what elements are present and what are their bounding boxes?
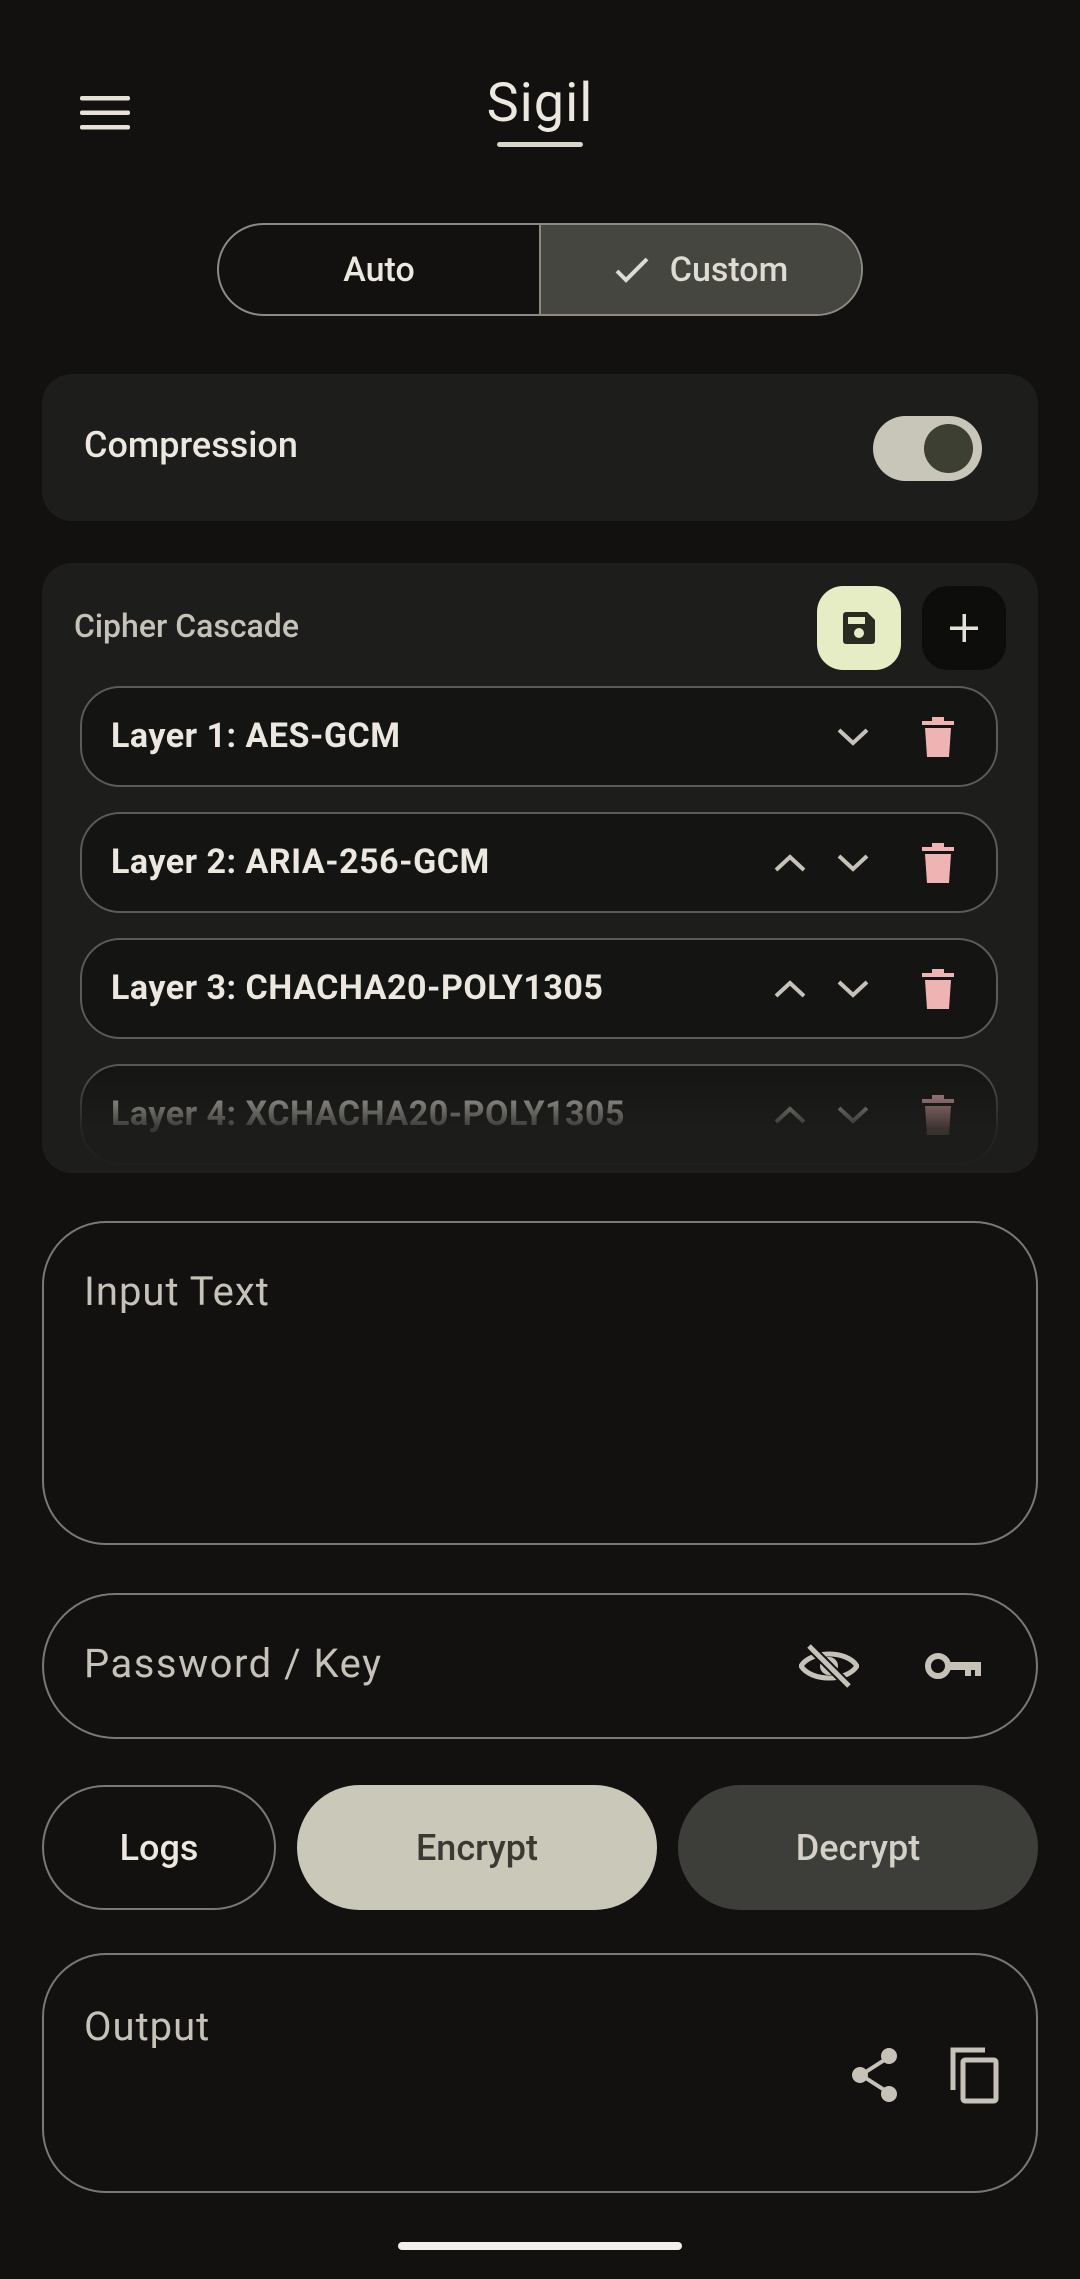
- toggle-visibility-button[interactable]: [795, 1636, 863, 1696]
- share-button[interactable]: [845, 2045, 905, 2105]
- decrypt-button[interactable]: Decrypt: [678, 1785, 1038, 1910]
- chevron-down-icon[interactable]: [828, 1090, 878, 1140]
- add-layer-button[interactable]: [922, 586, 1006, 670]
- logs-button[interactable]: Logs: [42, 1785, 276, 1910]
- toggle-knob: [924, 424, 973, 473]
- chevron-down-icon[interactable]: [828, 964, 878, 1014]
- save-icon: [843, 612, 875, 644]
- key-icon: [925, 1653, 981, 1679]
- trash-icon[interactable]: [913, 836, 963, 890]
- chevron-up-icon[interactable]: [765, 964, 815, 1014]
- compression-label: Compression: [84, 424, 298, 466]
- chevron-down-icon[interactable]: [828, 712, 878, 762]
- compression-toggle[interactable]: [873, 416, 982, 481]
- share-icon: [852, 2048, 897, 2102]
- layer-label: Layer 3: CHACHA20-POLY1305: [111, 968, 604, 1008]
- mode-auto-segment[interactable]: Auto: [219, 225, 539, 314]
- layer-label: Layer 2: ARIA-256-GCM: [111, 842, 490, 882]
- mode-custom-segment[interactable]: Custom: [539, 225, 861, 314]
- title-underline: [497, 142, 583, 147]
- layer-label: Layer 1: AES-GCM: [111, 716, 401, 756]
- password-placeholder: Password / Key: [84, 1640, 383, 1687]
- copy-button[interactable]: [944, 2043, 1004, 2107]
- cascade-layer-2: Layer 2: ARIA-256-GCM: [80, 812, 998, 913]
- key-button[interactable]: [920, 1636, 988, 1696]
- plus-icon: [950, 614, 978, 642]
- eye-off-icon: [799, 1642, 859, 1690]
- home-indicator: [398, 2242, 682, 2250]
- check-icon: [614, 256, 650, 284]
- cascade-layer-3: Layer 3: CHACHA20-POLY1305: [80, 938, 998, 1039]
- encrypt-button[interactable]: Encrypt: [297, 1785, 657, 1910]
- chevron-up-icon[interactable]: [765, 1090, 815, 1140]
- cascade-layer-1: Layer 1: AES-GCM: [80, 686, 998, 787]
- mode-auto-label: Auto: [343, 249, 415, 290]
- mode-custom-label: Custom: [669, 249, 789, 290]
- layer-label: Layer 4: XCHACHA20-POLY1305: [111, 1094, 626, 1134]
- trash-icon[interactable]: [913, 1088, 963, 1142]
- trash-icon[interactable]: [913, 962, 963, 1016]
- cipher-cascade-title: Cipher Cascade: [74, 607, 299, 645]
- trash-icon[interactable]: [913, 710, 963, 764]
- save-cascade-button[interactable]: [817, 586, 901, 670]
- chevron-up-icon[interactable]: [765, 838, 815, 888]
- cascade-layer-4: Layer 4: XCHACHA20-POLY1305: [80, 1064, 998, 1165]
- chevron-down-icon[interactable]: [828, 838, 878, 888]
- mode-segmented-control: Auto Custom: [217, 223, 863, 316]
- copy-icon: [950, 2047, 999, 2104]
- input-text-placeholder: Input Text: [84, 1268, 270, 1315]
- output-label: Output: [84, 2003, 211, 2050]
- app-title: Sigil: [486, 72, 594, 135]
